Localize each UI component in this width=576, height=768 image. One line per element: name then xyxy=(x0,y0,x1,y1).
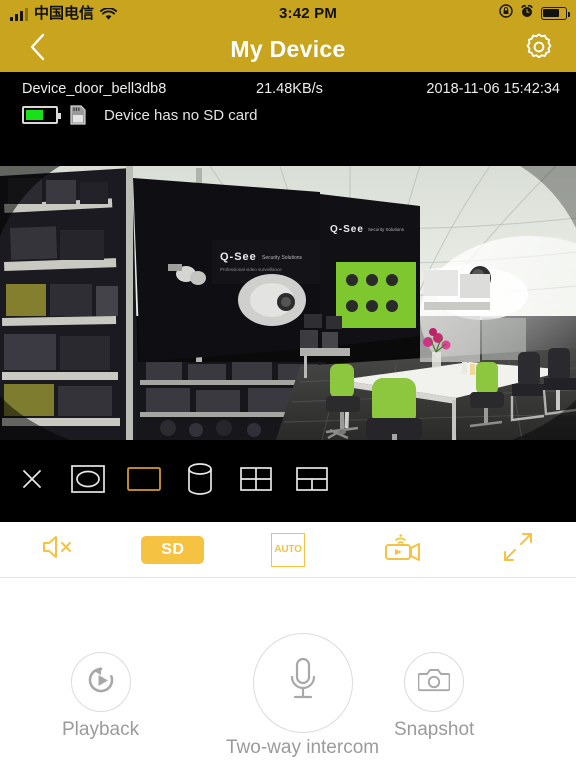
device-live-view-screen: 中国电信 3:42 PM My Device Device_door_bell3… xyxy=(0,0,576,768)
fullscreen-button[interactable] xyxy=(461,522,576,578)
svg-text:Q-See: Q-See xyxy=(220,251,257,263)
microphone-icon xyxy=(283,655,323,712)
cylinder-icon xyxy=(187,462,213,500)
playback-label: Playback xyxy=(62,719,140,740)
playback-action[interactable]: Playback xyxy=(62,652,139,741)
snapshot-circle xyxy=(404,652,465,712)
page-title: My Device xyxy=(230,35,346,62)
speaker-mute-icon xyxy=(41,534,75,565)
auto-box-icon: AUTO xyxy=(271,532,305,567)
sd-quality-badge: SD xyxy=(141,535,205,564)
video-frame: Q-See Security Solutions Professional vi… xyxy=(0,166,576,440)
panorama-view-button[interactable] xyxy=(116,453,172,509)
close-view-button[interactable] xyxy=(4,453,60,509)
status-bar-right xyxy=(499,3,576,23)
carrier-label: 中国电信 xyxy=(34,4,95,22)
replay-play-icon xyxy=(85,664,117,701)
sd-card-icon xyxy=(67,104,89,126)
intercom-circle xyxy=(252,633,353,733)
action-bar: Playback Two-way intercom Snapshot xyxy=(0,579,576,768)
intercom-action[interactable]: Two-way intercom xyxy=(226,633,379,759)
settings-button[interactable] xyxy=(502,26,576,72)
device-name: Device_door_bell3db8 xyxy=(22,81,167,97)
snapshot-action[interactable]: Snapshot xyxy=(394,652,474,741)
svg-text:Q-See: Q-See xyxy=(330,224,364,235)
gear-icon xyxy=(523,31,555,68)
video-stream[interactable]: Q-See Security Solutions Professional vi… xyxy=(0,166,576,440)
status-bar: 中国电信 3:42 PM xyxy=(0,0,576,26)
device-battery-icon xyxy=(22,106,61,124)
expand-arrows-icon xyxy=(503,532,533,567)
quality-sd-button[interactable]: SD xyxy=(115,522,230,578)
auto-quality-button[interactable]: AUTO xyxy=(230,522,345,578)
view-mode-toolbar xyxy=(0,440,576,522)
rectangle-icon xyxy=(127,466,161,496)
signal-bars-icon xyxy=(10,7,28,21)
alarm-clock-icon xyxy=(520,4,534,23)
device-info-row-secondary: Device has no SD card xyxy=(22,104,257,126)
camcorder-wifi-icon xyxy=(384,531,422,568)
close-x-icon xyxy=(21,468,43,495)
playback-control-bar: SD AUTO xyxy=(0,522,576,578)
status-bar-left: 中国电信 xyxy=(0,4,118,22)
device-timestamp: 2018-11-06 15:42:34 xyxy=(426,81,560,97)
cylinder-view-button[interactable] xyxy=(172,453,228,509)
record-button[interactable] xyxy=(346,522,461,578)
svg-text:Professional video surveillanc: Professional video surveillance xyxy=(220,267,282,272)
svg-text:Security Solutions: Security Solutions xyxy=(368,227,405,232)
nav-bar: My Device xyxy=(0,26,576,72)
wifi-icon xyxy=(100,7,118,21)
fisheye-view-button[interactable] xyxy=(60,453,116,509)
camera-icon xyxy=(417,666,451,699)
playback-circle xyxy=(70,652,131,712)
back-button[interactable] xyxy=(0,26,74,72)
chevron-left-icon xyxy=(28,32,46,67)
sd-status-message: Device has no SD card xyxy=(104,106,258,124)
split-1plus2-icon xyxy=(296,466,328,496)
quad-view-button[interactable] xyxy=(228,453,284,509)
fisheye-oval-icon xyxy=(71,464,105,498)
intercom-label: Two-way intercom xyxy=(226,737,380,758)
device-bitrate: 21.48KB/s xyxy=(256,81,323,97)
status-bar-clock: 3:42 PM xyxy=(278,4,338,22)
split-view-button[interactable] xyxy=(284,453,340,509)
device-info-row-primary: Device_door_bell3db8 21.48KB/s 2018-11-0… xyxy=(0,72,576,102)
rotation-lock-icon xyxy=(499,3,513,23)
svg-text:Security Solutions: Security Solutions xyxy=(262,255,303,261)
grid-2x2-icon xyxy=(240,466,272,496)
battery-icon xyxy=(541,6,571,20)
device-info-bar: Device_door_bell3db8 21.48KB/s 2018-11-0… xyxy=(0,72,576,166)
snapshot-label: Snapshot xyxy=(394,719,475,740)
mute-button[interactable] xyxy=(0,522,115,578)
